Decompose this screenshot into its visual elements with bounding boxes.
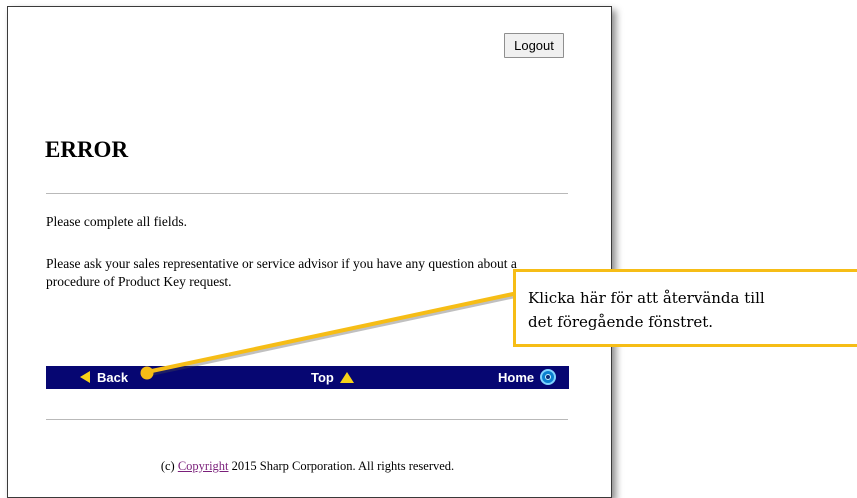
copyright-footer: (c) Copyright 2015 Sharp Corporation. Al… <box>46 459 569 474</box>
up-arrow-icon <box>339 372 354 383</box>
top-label: Top <box>311 370 334 385</box>
footer-prefix: (c) <box>160 459 178 473</box>
logout-button[interactable]: Logout <box>504 33 564 58</box>
error-message: Please complete all fields. <box>46 214 187 229</box>
home-label: Home <box>498 370 535 385</box>
help-text: Please ask your sales representative or … <box>46 256 517 289</box>
copyright-link[interactable]: Copyright <box>178 459 229 473</box>
divider-top <box>46 193 568 194</box>
callout-line-2: det föregående fönstret. <box>528 313 714 331</box>
back-arrow-icon <box>80 371 90 383</box>
top-link[interactable]: Top <box>311 366 354 389</box>
footer-suffix: 2015 Sharp Corporation. All rights reser… <box>228 459 455 473</box>
callout-line-1: Klicka här för att återvända till <box>528 289 765 307</box>
error-page-panel: Logout ERROR Please complete all fields.… <box>7 6 612 498</box>
back-link[interactable]: Back <box>80 366 128 389</box>
home-icon <box>540 369 557 385</box>
instruction-callout: Klicka här för att återvända till det fö… <box>513 269 857 347</box>
back-label: Back <box>97 370 129 385</box>
divider-bottom <box>46 419 568 420</box>
navigation-bar: Back Top Home <box>46 366 569 389</box>
home-link[interactable]: Home <box>498 366 557 389</box>
page-title: ERROR <box>45 137 129 162</box>
